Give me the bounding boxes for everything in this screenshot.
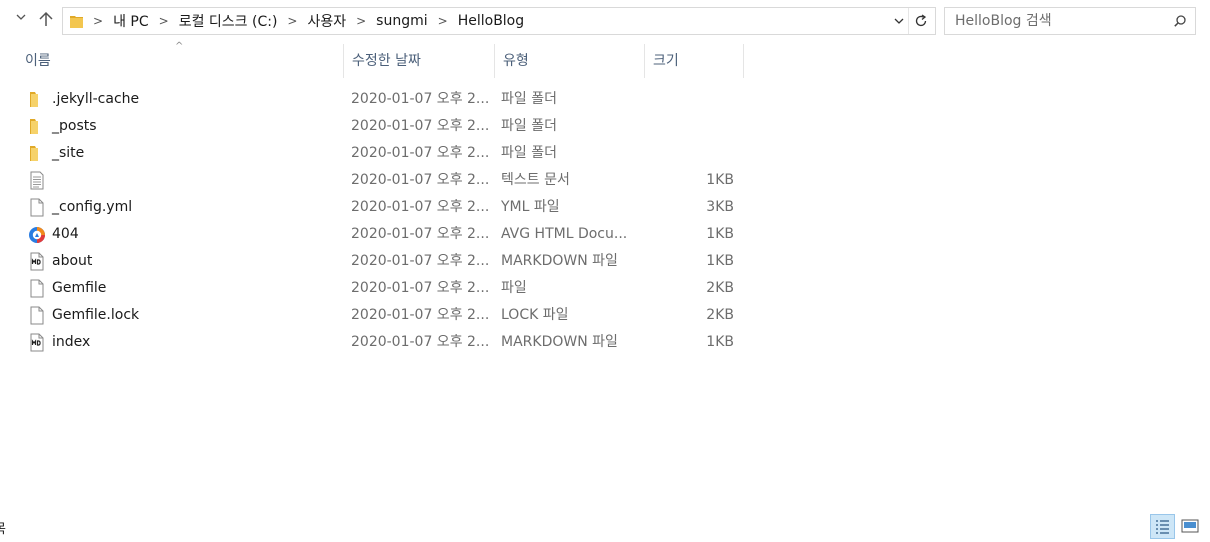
- status-item-count: 목: [0, 518, 6, 537]
- file-date: 2020-01-07 오후 2...: [351, 172, 490, 188]
- file-type: LOCK 파일: [501, 307, 569, 323]
- file-name: index: [52, 334, 91, 350]
- file-row[interactable]: _config.yml 2020-01-07 오후 2... YML 파일 3K…: [0, 194, 760, 221]
- file-type: YML 파일: [501, 199, 560, 215]
- file-name: _config.yml: [52, 199, 133, 215]
- file-name: _site: [52, 145, 85, 161]
- file-row[interactable]: _posts 2020-01-07 오후 2... 파일 폴더: [0, 113, 760, 140]
- file-row[interactable]: .jekyll-cache 2020-01-07 오후 2... 파일 폴더: [0, 86, 760, 113]
- chevron-right-icon[interactable]: >: [159, 14, 169, 28]
- file-name: .jekyll-cache: [52, 91, 140, 107]
- up-arrow-icon[interactable]: [38, 10, 54, 28]
- large-icons-view-icon: [1181, 519, 1199, 533]
- file-list: .jekyll-cache 2020-01-07 오후 2... 파일 폴더 _…: [0, 86, 760, 356]
- file-type: 파일: [501, 280, 527, 296]
- file-date: 2020-01-07 오후 2...: [351, 145, 490, 161]
- search-input[interactable]: [955, 8, 1155, 34]
- file-size: 1KB: [706, 226, 734, 242]
- address-bar[interactable]: > 내 PC > 로컬 디스크 (C:) > 사용자 > sungmi > He…: [62, 7, 936, 35]
- large-icons-view-button[interactable]: [1180, 516, 1200, 536]
- column-header-name[interactable]: 이름: [17, 44, 343, 78]
- file-date: 2020-01-07 오후 2...: [351, 253, 490, 269]
- breadcrumb-item-sungmi[interactable]: sungmi: [376, 13, 427, 29]
- file-type: 파일 폴더: [501, 91, 557, 107]
- file-size: 3KB: [706, 199, 734, 215]
- address-divider: [908, 8, 909, 34]
- file-size: 1KB: [706, 334, 734, 350]
- folder-icon: [28, 144, 46, 163]
- file-icon: [28, 306, 46, 325]
- chevron-right-icon[interactable]: >: [287, 14, 297, 28]
- avg-browser-icon: [28, 225, 46, 244]
- file-row[interactable]: index 2020-01-07 오후 2... MARKDOWN 파일 1KB: [0, 329, 760, 356]
- chevron-right-icon[interactable]: >: [93, 14, 103, 28]
- text-document-icon: [28, 171, 46, 190]
- details-view-button[interactable]: [1150, 514, 1175, 539]
- file-size: 1KB: [706, 253, 734, 269]
- file-row[interactable]: about 2020-01-07 오후 2... MARKDOWN 파일 1KB: [0, 248, 760, 275]
- breadcrumb-item-users[interactable]: 사용자: [307, 11, 346, 31]
- file-type: 파일 폴더: [501, 145, 557, 161]
- markdown-file-icon: [28, 333, 46, 352]
- file-type: 파일 폴더: [501, 118, 557, 134]
- file-date: 2020-01-07 오후 2...: [351, 280, 490, 296]
- column-header: 이름 수정한 날짜 유형 크기: [0, 44, 744, 78]
- file-date: 2020-01-07 오후 2...: [351, 307, 490, 323]
- file-row[interactable]: Gemfile.lock 2020-01-07 오후 2... LOCK 파일 …: [0, 302, 760, 329]
- file-type: 텍스트 문서: [501, 172, 570, 188]
- folder-icon: [28, 117, 46, 136]
- file-explorer-window: > 내 PC > 로컬 디스크 (C:) > 사용자 > sungmi > He…: [0, 0, 1210, 542]
- file-row[interactable]: 404 2020-01-07 오후 2... AVG HTML Docu... …: [0, 221, 760, 248]
- file-type: MARKDOWN 파일: [501, 334, 618, 350]
- breadcrumb-item-local-disk[interactable]: 로컬 디스크 (C:): [179, 11, 278, 31]
- column-header-date[interactable]: 수정한 날짜: [343, 44, 494, 78]
- file-name: 404: [52, 226, 79, 242]
- search-box[interactable]: [944, 7, 1196, 35]
- file-date: 2020-01-07 오후 2...: [351, 118, 490, 134]
- chevron-right-icon[interactable]: >: [438, 14, 448, 28]
- address-history-chevron-down-icon[interactable]: [890, 8, 908, 34]
- breadcrumb-item-my-pc[interactable]: 내 PC: [113, 11, 149, 31]
- file-date: 2020-01-07 오후 2...: [351, 334, 490, 350]
- file-type: AVG HTML Docu...: [501, 226, 628, 242]
- markdown-file-icon: [28, 252, 46, 271]
- file-name: Gemfile.lock: [52, 307, 140, 323]
- navigation-bar: > 내 PC > 로컬 디스크 (C:) > 사용자 > sungmi > He…: [0, 0, 1210, 42]
- file-date: 2020-01-07 오후 2...: [351, 91, 490, 107]
- file-size: 2KB: [706, 307, 734, 323]
- status-bar: 목: [0, 512, 1210, 542]
- column-header-size[interactable]: 크기: [644, 44, 744, 78]
- file-icon: [28, 198, 46, 217]
- file-row[interactable]: 2020-01-07 오후 2... 텍스트 문서 1KB: [0, 167, 760, 194]
- file-row[interactable]: _site 2020-01-07 오후 2... 파일 폴더: [0, 140, 760, 167]
- file-name: _posts: [52, 118, 97, 134]
- breadcrumb: > 내 PC > 로컬 디스크 (C:) > 사용자 > sungmi > He…: [91, 8, 524, 34]
- details-view-icon: [1156, 520, 1169, 534]
- folder-icon: [70, 14, 83, 28]
- file-icon: [28, 279, 46, 298]
- file-date: 2020-01-07 오후 2...: [351, 199, 490, 215]
- breadcrumb-item-helloblog[interactable]: HelloBlog: [458, 13, 524, 29]
- file-name: about: [52, 253, 93, 269]
- folder-icon: [28, 90, 46, 109]
- file-date: 2020-01-07 오후 2...: [351, 226, 490, 242]
- search-icon[interactable]: [1174, 15, 1186, 27]
- file-row[interactable]: Gemfile 2020-01-07 오후 2... 파일 2KB: [0, 275, 760, 302]
- file-type: MARKDOWN 파일: [501, 253, 618, 269]
- column-header-type[interactable]: 유형: [494, 44, 644, 78]
- refresh-icon[interactable]: [911, 8, 931, 34]
- chevron-right-icon[interactable]: >: [356, 14, 366, 28]
- file-size: 1KB: [706, 172, 734, 188]
- recent-locations-chevron-down-icon[interactable]: [13, 11, 29, 29]
- file-size: 2KB: [706, 280, 734, 296]
- file-name: Gemfile: [52, 280, 107, 296]
